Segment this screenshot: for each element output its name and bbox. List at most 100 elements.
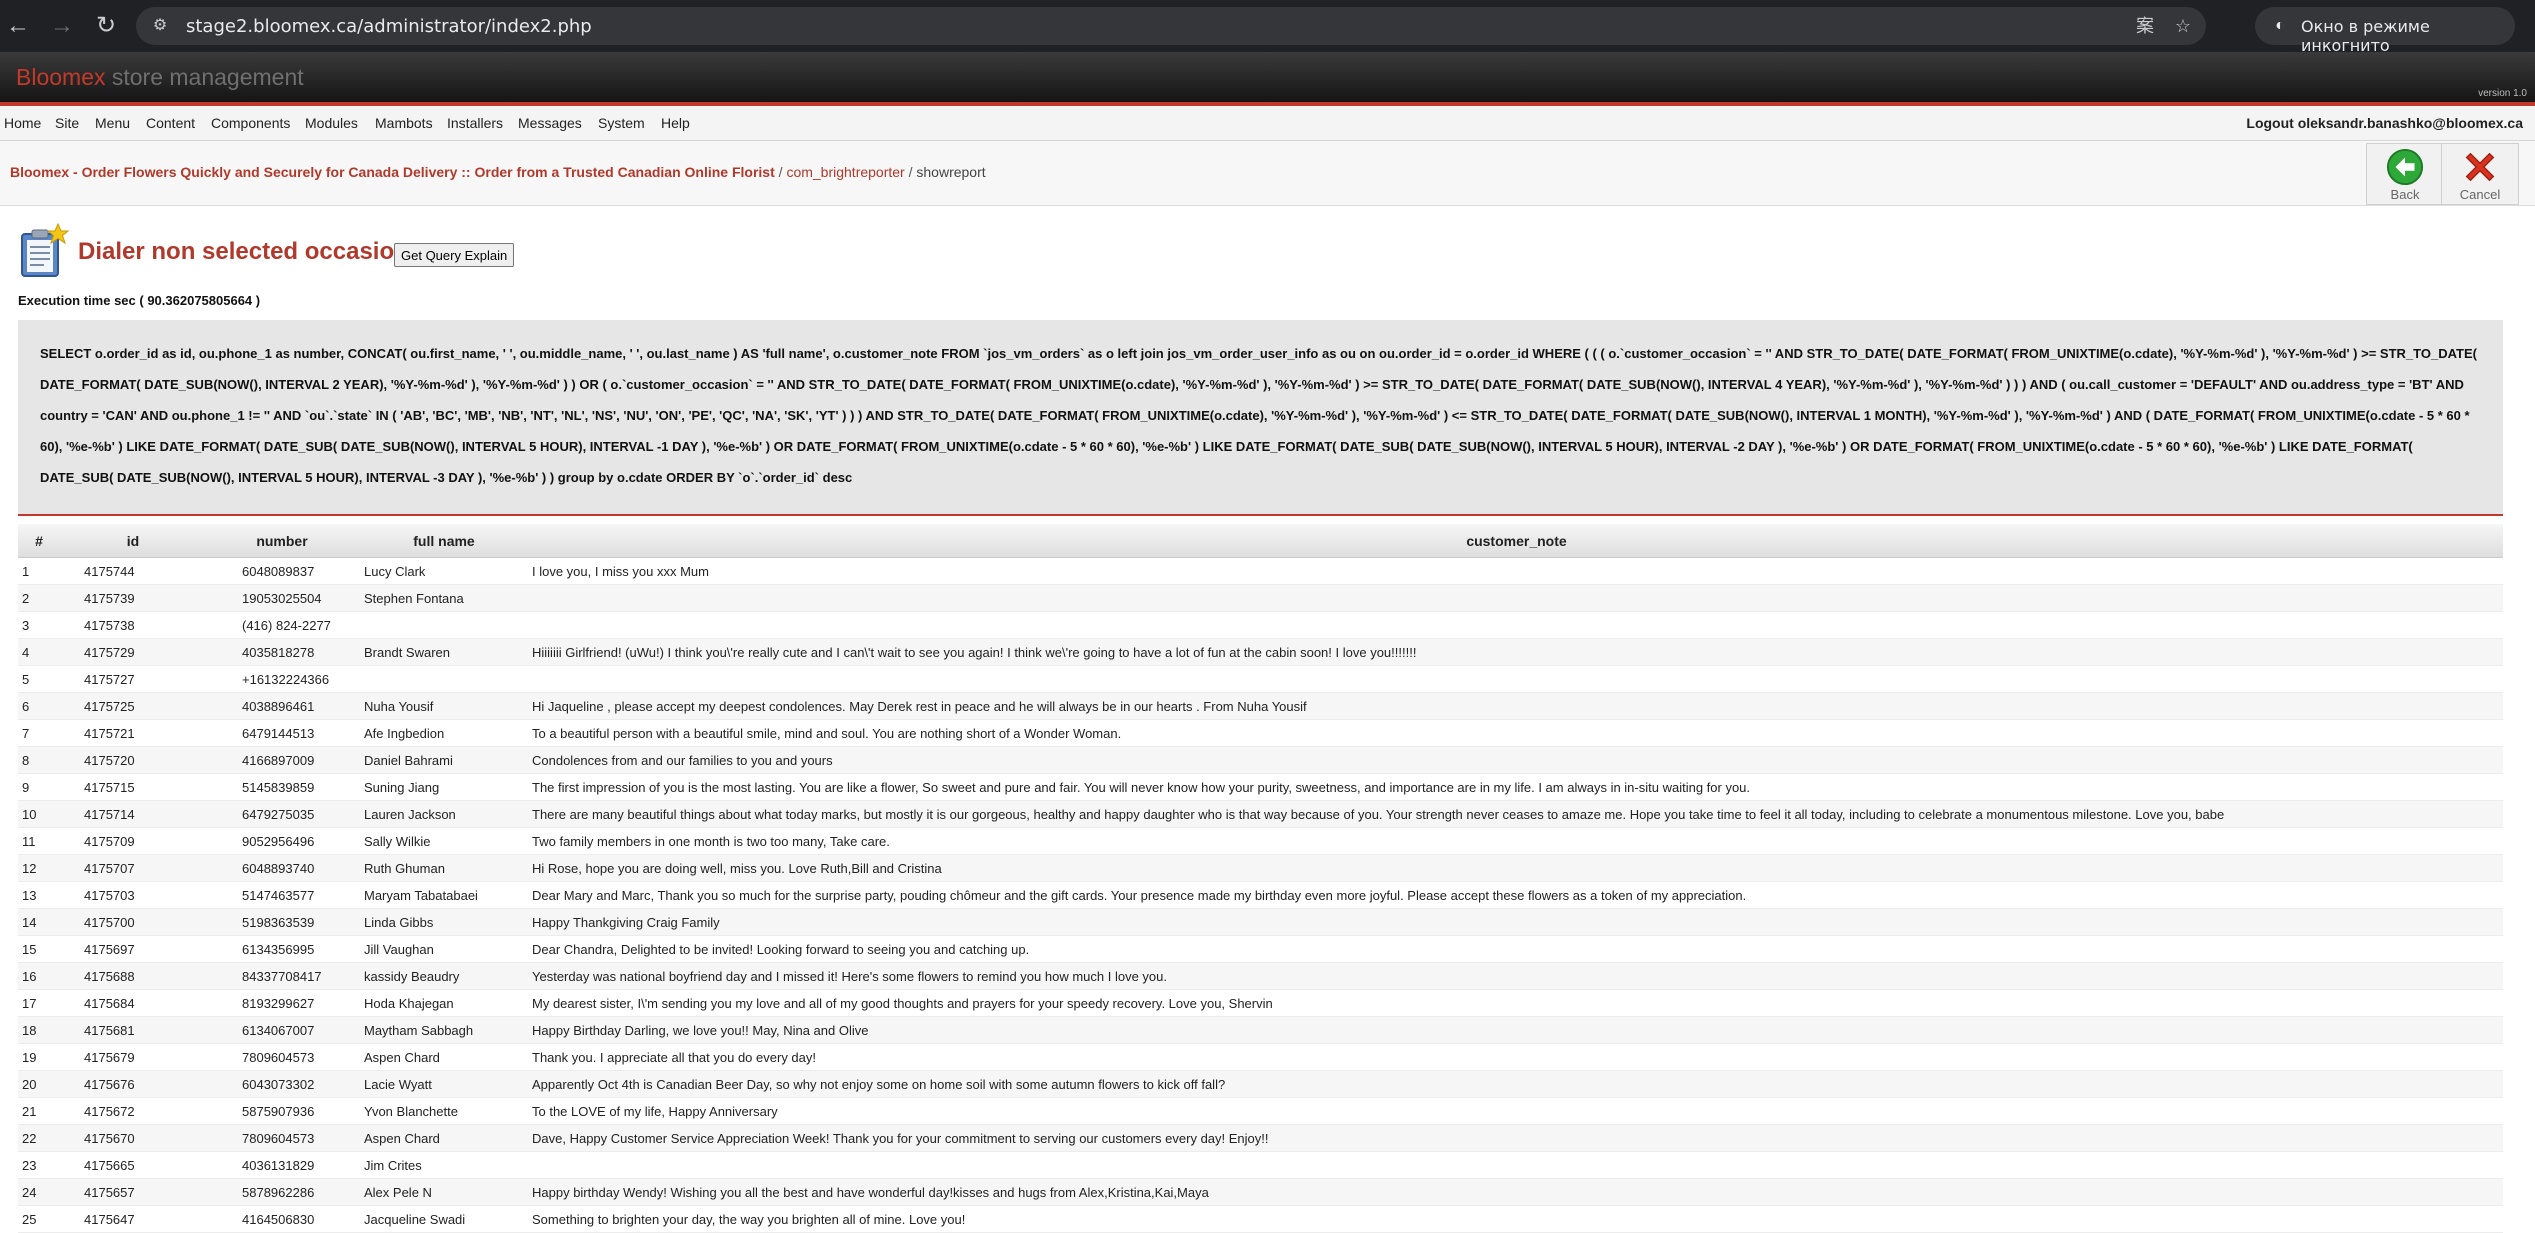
- cell-order-id: 4175714: [60, 800, 206, 828]
- back-icon: [2386, 148, 2424, 186]
- cell-index: 19: [18, 1043, 60, 1071]
- breadcrumb-site-link[interactable]: Bloomex - Order Flowers Quickly and Secu…: [10, 164, 775, 180]
- cell-order-id: 4175688: [60, 962, 206, 990]
- menu-help[interactable]: Help: [661, 115, 690, 131]
- brand-name: Bloomex: [16, 64, 106, 90]
- cell-phone-number: 6134067007: [206, 1016, 358, 1044]
- incognito-indicator[interactable]: ◐ Окно в режиме инкогнито: [2255, 7, 2515, 55]
- cell-order-id: 4175672: [60, 1097, 206, 1125]
- cancel-icon: [2465, 152, 2495, 182]
- cell-phone-number: 19053025504: [206, 584, 358, 612]
- cell-index: 9: [18, 773, 60, 801]
- table-row: 25 4175647 4164506830 Jacqueline Swadi Somet…: [18, 1205, 2503, 1233]
- cell-customer-note: My dearest sister, I\'m sending you my l…: [530, 989, 2503, 1017]
- cell-index: 3: [18, 611, 60, 639]
- cell-customer-note: Yesterday was national boyfriend day and…: [530, 962, 2503, 990]
- cell-phone-number: 84337708417: [206, 962, 358, 990]
- cell-full-name: Yvon Blanchette: [358, 1097, 530, 1125]
- cell-order-id: 4175700: [60, 908, 206, 936]
- cell-phone-number: 6043073302: [206, 1070, 358, 1098]
- cell-full-name: Alex Pele N: [358, 1178, 530, 1206]
- back-button[interactable]: Back: [2366, 143, 2444, 205]
- cell-customer-note: [530, 584, 2503, 612]
- cell-full-name: Daniel Bahrami: [358, 746, 530, 774]
- reload-icon[interactable]: ↻: [92, 12, 120, 40]
- cell-index: 5: [18, 665, 60, 693]
- incognito-label: Окно в режиме инкогнито: [2301, 17, 2430, 55]
- cell-customer-note: Hi Jaqueline , please accept my deepest …: [530, 692, 2503, 720]
- cell-order-id: 4175709: [60, 827, 206, 855]
- cell-index: 20: [18, 1070, 60, 1098]
- main-menu: Home Site Menu Content Components Module…: [0, 106, 2535, 141]
- menu-menu[interactable]: Menu: [95, 115, 130, 131]
- url-text[interactable]: stage2.bloomex.ca/administrator/index2.p…: [186, 16, 592, 37]
- cell-order-id: 4175647: [60, 1205, 206, 1233]
- cell-index: 6: [18, 692, 60, 720]
- table-row: 24 4175657 5878962286 Alex Pele N Happy birt…: [18, 1178, 2503, 1206]
- forward-arrow-icon[interactable]: →: [48, 12, 76, 40]
- cell-full-name: Lucy Clark: [358, 557, 530, 585]
- table-row: 16 4175688 84337708417 kassidy Beaudry Yeste…: [18, 962, 2503, 990]
- cell-index: 24: [18, 1178, 60, 1206]
- menu-installers[interactable]: Installers: [447, 115, 503, 131]
- cell-phone-number: 5875907936: [206, 1097, 358, 1125]
- column-header-id: id: [60, 524, 206, 558]
- cell-order-id: 4175679: [60, 1043, 206, 1071]
- cell-phone-number: 8193299627: [206, 989, 358, 1017]
- cell-phone-number: 4164506830: [206, 1205, 358, 1233]
- cell-phone-number: 4166897009: [206, 746, 358, 774]
- cell-index: 17: [18, 989, 60, 1017]
- table-row: 11 4175709 9052956496 Sally Wilkie Two famil…: [18, 827, 2503, 855]
- page-title: Dialer non selected occasion: [78, 238, 409, 265]
- menu-system[interactable]: System: [598, 115, 645, 131]
- site-settings-icon[interactable]: ⚙: [150, 16, 170, 36]
- cell-full-name: Jim Crites: [358, 1151, 530, 1179]
- table-row: 12 4175707 6048893740 Ruth Ghuman Hi Rose, h…: [18, 854, 2503, 882]
- cell-full-name: Lacie Wyatt: [358, 1070, 530, 1098]
- table-header-row: # id number full name customer_note: [18, 524, 2503, 558]
- bookmark-star-icon[interactable]: ☆: [2172, 15, 2194, 37]
- address-bar[interactable]: ⚙ stage2.bloomex.ca/administrator/index2…: [136, 7, 2206, 45]
- menu-home[interactable]: Home: [4, 115, 41, 131]
- menu-messages[interactable]: Messages: [518, 115, 582, 131]
- cell-customer-note: Dear Mary and Marc, Thank you so much fo…: [530, 881, 2503, 909]
- cell-order-id: 4175715: [60, 773, 206, 801]
- cell-phone-number: 6479275035: [206, 800, 358, 828]
- table-row: 14 4175700 5198363539 Linda Gibbs Happy Than…: [18, 908, 2503, 936]
- cell-index: 16: [18, 962, 60, 990]
- menu-site[interactable]: Site: [55, 115, 79, 131]
- get-query-explain-button[interactable]: Get Query Explain: [394, 243, 515, 267]
- cell-index: 25: [18, 1205, 60, 1233]
- cell-customer-note: To a beautiful person with a beautiful s…: [530, 719, 2503, 747]
- cell-phone-number: 6479144513: [206, 719, 358, 747]
- cell-full-name: Suning Jiang: [358, 773, 530, 801]
- menu-components[interactable]: Components: [211, 115, 290, 131]
- table-row: 6 4175725 4038896461 Nuha Yousif Hi Jaquelin…: [18, 692, 2503, 720]
- brand-logo: Bloomex store management: [16, 64, 304, 91]
- cell-index: 4: [18, 638, 60, 666]
- menu-mambots[interactable]: Mambots: [375, 115, 433, 131]
- table-row: 7 4175721 6479144513 Afe Ingbedion To a beau…: [18, 719, 2503, 747]
- table-row: 1 4175744 6048089837 Lucy Clark I love you, …: [18, 557, 2503, 585]
- cell-index: 22: [18, 1124, 60, 1152]
- translate-icon[interactable]: 案: [2134, 15, 2156, 37]
- incognito-icon: ◐: [2275, 17, 2285, 34]
- cancel-button[interactable]: Cancel: [2441, 143, 2519, 205]
- cell-phone-number: 5147463577: [206, 881, 358, 909]
- menu-content[interactable]: Content: [146, 115, 195, 131]
- column-header-number: number: [206, 524, 358, 558]
- cell-order-id: 4175738: [60, 611, 206, 639]
- logout-link[interactable]: Logout oleksandr.banashko@bloomex.ca: [2246, 115, 2523, 131]
- back-arrow-icon[interactable]: ←: [4, 12, 32, 40]
- table-row: 10 4175714 6479275035 Lauren Jackson There a…: [18, 800, 2503, 828]
- cell-order-id: 4175721: [60, 719, 206, 747]
- table-row: 20 4175676 6043073302 Lacie Wyatt Apparently…: [18, 1070, 2503, 1098]
- cell-index: 23: [18, 1151, 60, 1179]
- menu-modules[interactable]: Modules: [305, 115, 358, 131]
- breadcrumb-current: showreport: [916, 164, 986, 180]
- cell-index: 15: [18, 935, 60, 963]
- execution-time: Execution time sec ( 90.362075805664 ): [18, 293, 261, 308]
- breadcrumb-component-link[interactable]: com_brightreporter: [786, 164, 904, 180]
- cell-order-id: 4175727: [60, 665, 206, 693]
- cell-full-name: Maytham Sabbagh: [358, 1016, 530, 1044]
